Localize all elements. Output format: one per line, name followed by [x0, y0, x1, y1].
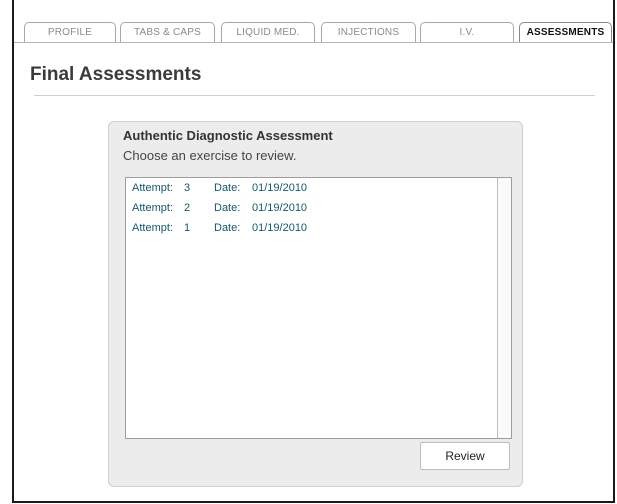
attempt-label: Attempt:: [132, 182, 173, 194]
review-button[interactable]: Review: [420, 442, 510, 470]
attempt-list[interactable]: Attempt: 3 Date: 01/19/2010 Attempt: 2 D…: [125, 177, 512, 439]
page-title: Final Assessments: [30, 64, 202, 85]
tab-injections[interactable]: INJECTIONS: [321, 22, 416, 42]
attempt-date: 01/19/2010: [252, 182, 308, 194]
tab-assessments[interactable]: ASSESSMENTS: [519, 22, 612, 42]
tab-profile[interactable]: PROFILE: [24, 22, 116, 42]
date-label: Date:: [214, 222, 241, 234]
panel-subtitle: Choose an exercise to review.: [123, 148, 297, 163]
attempt-date: 01/19/2010: [252, 202, 308, 214]
date-label: Date:: [214, 202, 241, 214]
tab-iv[interactable]: I.V.: [420, 22, 514, 42]
attempt-date: 01/19/2010: [252, 222, 308, 234]
list-scrollbar[interactable]: [497, 178, 511, 438]
tab-liquid-med[interactable]: LIQUID MED.: [221, 22, 315, 42]
attempt-number: 2: [184, 202, 191, 214]
attempt-label: Attempt:: [132, 202, 173, 214]
attempt-label: Attempt:: [132, 222, 173, 234]
attempt-row[interactable]: Attempt: 2 Date: 01/19/2010: [132, 199, 492, 217]
attempt-row[interactable]: Attempt: 1 Date: 01/19/2010: [132, 219, 492, 237]
tab-tabs-caps[interactable]: TABS & CAPS: [120, 22, 215, 42]
panel-title: Authentic Diagnostic Assessment: [123, 128, 333, 143]
assessment-panel: Authentic Diagnostic Assessment Choose a…: [108, 121, 523, 487]
attempt-number: 3: [184, 182, 191, 194]
tab-divider: [14, 42, 613, 43]
date-label: Date:: [214, 182, 241, 194]
title-divider: [34, 95, 595, 96]
attempt-number: 1: [184, 222, 191, 234]
attempt-row[interactable]: Attempt: 3 Date: 01/19/2010: [132, 179, 492, 197]
